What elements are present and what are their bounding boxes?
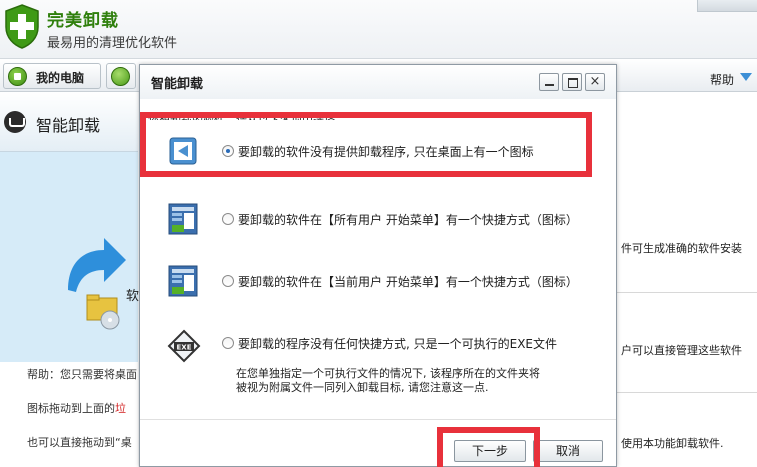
trash-icon [111,67,130,86]
window-controls[interactable] [697,0,757,12]
radio-option-2[interactable] [222,213,234,225]
help-line-2-text: 图标拖动到上面的 [27,402,115,415]
cancel-button[interactable]: 取消 [533,440,603,462]
exe-file-icon: EXE [167,329,201,363]
app-title: 完美卸载 [47,11,119,31]
option-label: 要卸载的程序没有任何快捷方式, 只是一个可执行的EXE文件 [238,337,558,351]
dialog-divider [140,419,616,420]
help-line-2-link[interactable]: 垃 [115,402,126,415]
uninstall-tab-button[interactable] [106,63,136,89]
highlight-option-1 [140,112,592,177]
exe-option-note: 在您单独指定一个可执行文件的情况下, 该程序所在的文件夹将 被视为附属文件一同列… [236,367,540,395]
option-all-users-start-menu[interactable]: 要卸载的软件在【所有用户 开始菜单】有一个快捷方式（图标） [160,201,600,251]
help-line-3: 也可以直接拖动到“桌 [27,436,132,449]
minimize-button[interactable] [539,73,559,91]
radio-option-3[interactable] [222,275,234,287]
sidebar-header: 智能卸载 [0,92,138,152]
dialog-titlebar[interactable]: 智能卸载 × [140,65,616,99]
main-content-right: 件可生成准确的软件安装 户可以直接管理这些软件 使用本功能卸载软件. [617,92,757,467]
app-subtitle: 最易用的清理优化软件 [47,36,178,51]
chevron-down-icon[interactable] [740,73,752,81]
my-computer-button[interactable]: 我的电脑 [3,63,101,89]
radio-option-4[interactable] [222,337,234,349]
folder-cd-icon [86,294,120,330]
help-link[interactable]: 帮助 [710,71,734,88]
start-menu-icon [168,203,198,235]
help-panel: 帮助：您只需要将桌面 图标拖动到上面的垃 也可以直接拖动到“桌 [0,362,138,467]
sidebar-truncated-label: 软 [126,289,140,304]
help-line-2: 图标拖动到上面的垃 [27,400,126,416]
sidebar-title: 智能卸载 [36,116,101,135]
app-logo-icon [5,4,39,49]
start-menu-icon [168,265,198,297]
dialog-title: 智能卸载 [151,77,204,92]
maximize-button[interactable] [562,73,582,91]
note-line-2: 被视为附属文件一同列入卸载目标, 请您注意这一点. [236,381,489,394]
option-label: 要卸载的软件在【当前用户 开始菜单】有一个快捷方式（图标） [238,275,578,289]
divider [617,392,757,393]
my-computer-label: 我的电脑 [36,71,85,85]
cart-icon [4,111,26,133]
computer-icon [8,67,27,86]
option-current-user-start-menu[interactable]: 要卸载的软件在【当前用户 开始菜单】有一个快捷方式（图标） [160,263,600,313]
close-button[interactable]: × [585,73,605,91]
divider [617,292,757,293]
right-text-3: 使用本功能卸载软件. [621,437,724,450]
right-text-2: 户可以直接管理这些软件 [621,344,742,357]
app-titlebar: 完美卸载 最易用的清理优化软件 [0,0,757,58]
option-label: 要卸载的软件在【所有用户 开始菜单】有一个快捷方式（图标） [238,213,578,227]
right-text-1: 件可生成准确的软件安装 [621,242,742,255]
highlight-next-button [437,427,540,467]
help-line-1: 帮助：您只需要将桌面 [27,368,137,381]
note-line-1: 在您单独指定一个可执行文件的情况下, 该程序所在的文件夹将 [236,367,540,380]
svg-text:EXE: EXE [177,344,192,352]
